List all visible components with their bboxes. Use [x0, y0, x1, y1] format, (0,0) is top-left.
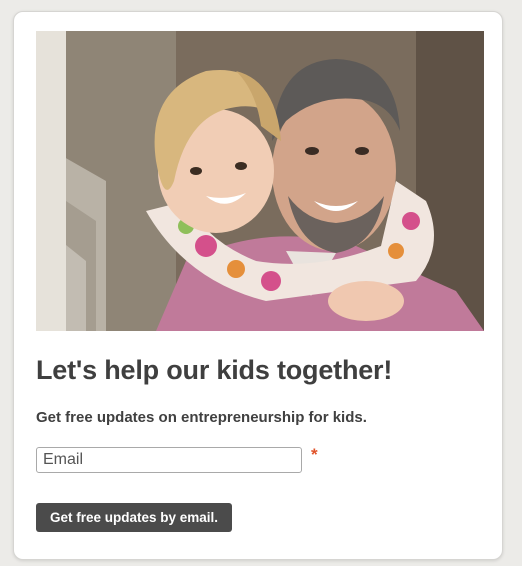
- required-marker: *: [311, 445, 318, 464]
- signup-subheading: Get free updates on entrepreneurship for…: [36, 409, 367, 426]
- subscribe-button[interactable]: Get free updates by email.: [36, 503, 233, 532]
- father-daughter-photo: [36, 31, 484, 331]
- signup-headline: Let's help our kids together!: [36, 355, 393, 385]
- email-field[interactable]: [36, 447, 302, 473]
- signup-card: Let's help our kids together! Get free u…: [13, 11, 503, 560]
- hero-photo: [36, 31, 484, 331]
